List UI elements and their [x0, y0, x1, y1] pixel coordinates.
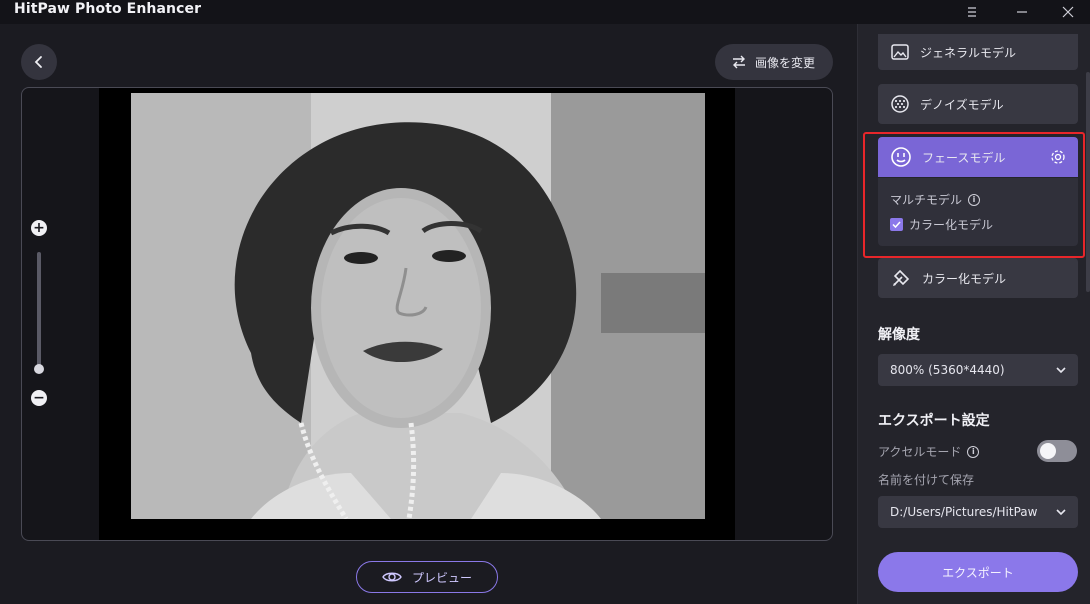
chevron-down-icon — [1056, 509, 1066, 516]
model-general-button[interactable]: ジェネラルモデル — [878, 34, 1078, 70]
info-icon[interactable]: i — [967, 445, 980, 458]
export-button[interactable]: エクスポート — [878, 552, 1078, 592]
zoom-in-button[interactable]: + — [31, 220, 47, 236]
preview-label: プレビュー — [411, 570, 472, 585]
minimize-icon[interactable] — [1000, 0, 1044, 24]
highlight-frame — [863, 132, 1085, 258]
chevron-down-icon — [1056, 367, 1066, 374]
toggle-knob — [1040, 443, 1056, 459]
change-image-button[interactable]: 画像を変更 — [715, 44, 833, 80]
title-bar: HitPaw Photo Enhancer — [0, 0, 1090, 24]
resolution-title: 解像度 — [878, 327, 920, 343]
accel-mode-toggle[interactable] — [1037, 440, 1077, 462]
image-viewer[interactable] — [21, 87, 833, 541]
menu-icon[interactable] — [950, 0, 994, 24]
model-colorize-button[interactable]: カラー化モデル — [878, 258, 1078, 298]
zoom-slider-track[interactable] — [37, 252, 41, 370]
model-denoise-label: デノイズモデル — [920, 97, 1004, 112]
image-icon — [891, 44, 909, 60]
export-settings-title: エクスポート設定 — [878, 413, 990, 429]
settings-sidebar: ジェネラルモデル デノイズモデル フェースモデル マルチモデル i カラー化モデ… — [857, 24, 1090, 604]
accel-mode-row: アクセルモード i — [878, 443, 980, 460]
resolution-value: 800% (5360*4440) — [890, 363, 1005, 377]
chevron-left-icon — [34, 56, 42, 68]
save-as-label: 名前を付けて保存 — [878, 473, 975, 487]
close-icon[interactable] — [1046, 0, 1090, 24]
change-image-label: 画像を変更 — [755, 55, 816, 70]
model-denoise-button[interactable]: デノイズモデル — [878, 84, 1078, 124]
model-colorize-label: カラー化モデル — [922, 271, 1007, 286]
app-title: HitPaw Photo Enhancer — [14, 1, 202, 17]
swap-icon — [733, 55, 745, 69]
zoom-out-button[interactable]: − — [31, 390, 47, 406]
zoom-slider-thumb[interactable] — [34, 364, 44, 374]
sidebar-scrollbar[interactable] — [1086, 72, 1090, 292]
app-window: HitPaw Photo Enhancer 画像を変更 + − プレビュー ジェ… — [0, 0, 1090, 604]
denoise-icon — [891, 95, 909, 113]
save-path-select[interactable]: D:/Users/Pictures/HitPaw — [878, 496, 1078, 528]
model-general-label: ジェネラルモデル — [920, 45, 1017, 60]
resolution-select[interactable]: 800% (5360*4440) — [878, 354, 1078, 386]
preview-button[interactable]: プレビュー — [356, 561, 498, 593]
eye-icon — [382, 572, 402, 582]
colorize-icon — [893, 269, 910, 286]
accel-mode-label: アクセルモード — [878, 445, 962, 459]
export-button-label: エクスポート — [942, 565, 1014, 580]
portrait-photo — [131, 93, 705, 519]
save-path-value: D:/Users/Pictures/HitPaw — [890, 505, 1038, 519]
back-button[interactable] — [21, 44, 57, 80]
